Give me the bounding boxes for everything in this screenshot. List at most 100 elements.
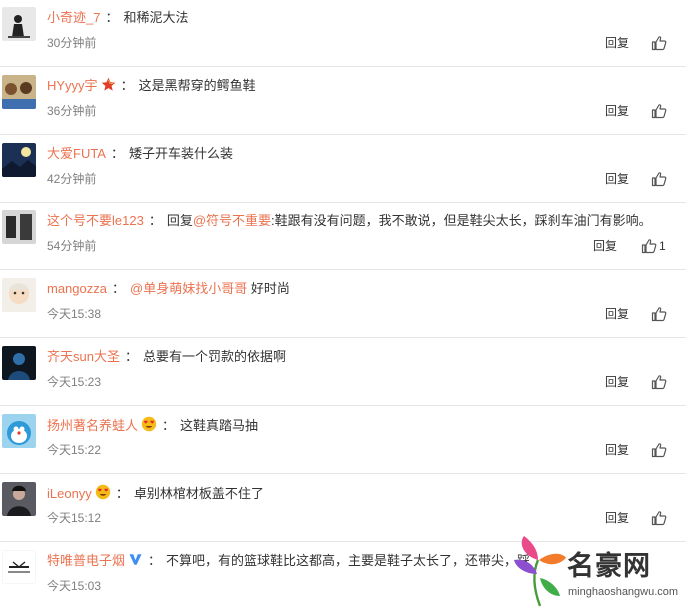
username-link[interactable]: 这个号不要le123	[47, 213, 144, 228]
like-button[interactable]	[651, 306, 671, 322]
watermark-url: minghaoshangwu.com	[568, 586, 679, 598]
emoji-heart-eyes-icon	[95, 484, 111, 500]
comment-line: 小奇迹_7 ： 和稀泥大法	[47, 9, 686, 27]
emoji-heart-eyes-icon	[141, 416, 157, 432]
timestamp: 30分钟前	[47, 36, 97, 50]
reply-button[interactable]: 回复	[593, 238, 617, 254]
divider	[0, 66, 686, 67]
avatar[interactable]	[2, 550, 36, 584]
comment-item: HYyyy宇 ： 这是黑帮穿的鳄鱼鞋 36分钟前 回复	[0, 68, 690, 135]
thumbs-up-icon	[641, 239, 657, 254]
colon-separator: ：	[162, 418, 176, 433]
comment-line: 大爱FUTA ： 矮子开车装什么装	[47, 145, 686, 163]
like-button[interactable]	[651, 442, 671, 458]
thumbs-up-icon	[651, 172, 667, 187]
reply-prefix: 回复	[166, 213, 193, 228]
like-button[interactable]: 1	[641, 238, 671, 254]
comment-item: 齐天sun大圣 ： 总要有一个罚款的依据啊 今天15:23 回复	[0, 339, 690, 406]
watermark-title: 名豪网	[567, 551, 651, 582]
colon-separator: ：	[148, 553, 162, 568]
username-link[interactable]: mangozza	[47, 281, 107, 296]
comment-text: 总要有一个罚款的依据啊	[142, 349, 286, 364]
avatar[interactable]	[2, 7, 36, 41]
divider	[0, 269, 686, 270]
divider	[0, 337, 686, 338]
reply-button[interactable]: 回复	[605, 306, 629, 322]
username-link[interactable]: 扬州著名养蛙人	[47, 418, 138, 433]
username-link[interactable]: 特唯普电子烟	[47, 553, 125, 568]
colon-separator: ：	[110, 146, 124, 161]
mention-link[interactable]: @符号不重要	[193, 213, 271, 228]
like-button[interactable]	[651, 510, 671, 526]
colon-separator: ：	[120, 78, 134, 93]
username-link[interactable]: 大爱FUTA	[47, 146, 106, 161]
timestamp: 今天15:23	[47, 375, 102, 389]
colon-separator: ：	[105, 10, 119, 25]
reply-button[interactable]: 回复	[605, 35, 629, 51]
like-count: 1	[659, 239, 666, 253]
username-link[interactable]: HYyyy宇	[47, 78, 98, 93]
comment-text: 这鞋真踏马抽	[180, 418, 259, 433]
comment-line: 这个号不要le123 ： 回复@符号不重要:鞋跟有没有问题，我不敢说，但是鞋尖太长，…	[47, 212, 686, 230]
timestamp: 54分钟前	[47, 239, 97, 253]
comment-text: 好时尚	[247, 281, 290, 296]
colon-separator: ：	[124, 349, 138, 364]
timestamp: 今天15:22	[47, 443, 102, 457]
colon-separator: ：	[111, 281, 125, 296]
timestamp: 36分钟前	[47, 104, 97, 118]
comment-item: 小奇迹_7 ： 和稀泥大法 30分钟前 回复	[0, 0, 690, 67]
like-button[interactable]	[651, 103, 671, 119]
thumbs-up-icon	[651, 104, 667, 119]
verified-v-icon	[129, 554, 142, 565]
thumbs-up-icon	[651, 511, 667, 526]
avatar[interactable]	[2, 143, 36, 177]
divider	[0, 473, 686, 474]
colon-separator: ：	[148, 213, 162, 228]
reply-button[interactable]: 回复	[605, 171, 629, 187]
like-button[interactable]	[651, 374, 671, 390]
timestamp: 今天15:38	[47, 307, 102, 321]
timestamp: 今天15:12	[47, 511, 102, 525]
reply-button[interactable]: 回复	[605, 374, 629, 390]
divider	[0, 134, 686, 135]
avatar[interactable]	[2, 346, 36, 380]
colon-separator: ：	[115, 486, 129, 501]
username-link[interactable]: 小奇迹_7	[47, 10, 100, 25]
thumbs-up-icon	[651, 307, 667, 322]
thumbs-up-icon	[651, 443, 667, 458]
avatar[interactable]	[2, 210, 36, 244]
comment-line: iLeonyy ： 卓别林棺材板盖不住了	[47, 484, 686, 503]
avatar[interactable]	[2, 414, 36, 448]
comment-item: 这个号不要le123：回复@符号不重要:鞋跟有没有问题，我不敢说，但是鞋尖太长，…	[0, 203, 690, 270]
username-link[interactable]: iLeonyy	[47, 486, 92, 501]
divider	[0, 405, 686, 406]
watermark: 名豪网 minghaoshangwu.com	[510, 530, 690, 611]
avatar[interactable]	[2, 482, 36, 516]
comment-text: 卓别林棺材板盖不住了	[133, 486, 264, 501]
like-button[interactable]	[651, 35, 671, 51]
watermark-logo-icon	[514, 536, 566, 607]
reply-button[interactable]: 回复	[605, 442, 629, 458]
comment-line: 扬州著名养蛙人 ： 这鞋真踏马抽	[47, 416, 686, 435]
comment-text: 矮子开车装什么装	[129, 146, 234, 161]
comment-item: 大爱FUTA ： 矮子开车装什么装 42分钟前 回复	[0, 136, 690, 203]
timestamp: 42分钟前	[47, 172, 97, 186]
thumbs-up-icon	[651, 36, 667, 51]
avatar[interactable]	[2, 75, 36, 109]
like-button[interactable]	[651, 171, 671, 187]
comment-text: 这是黑帮穿的鳄鱼鞋	[138, 78, 256, 93]
comment-text: 不算吧，有的篮球鞋比这都高，主要是鞋子太长了，还带尖，踩	[166, 553, 531, 568]
comment-line: HYyyy宇 ： 这是黑帮穿的鳄鱼鞋	[47, 77, 686, 95]
comment-text: 和稀泥大法	[123, 10, 189, 25]
reply-button[interactable]: 回复	[605, 510, 629, 526]
reply-button[interactable]: 回复	[605, 103, 629, 119]
comment-line: mangozza ： @单身萌妹找小哥哥 好时尚	[47, 280, 686, 298]
mention-link[interactable]: @单身萌妹找小哥哥	[130, 281, 247, 296]
thumbs-up-icon	[651, 375, 667, 390]
comment-item: 扬州著名养蛙人 ： 这鞋真踏马抽 今天15:22 回复	[0, 407, 690, 474]
username-link[interactable]: 齐天sun大圣	[47, 349, 120, 364]
avatar[interactable]	[2, 278, 36, 312]
star-icon	[101, 77, 115, 91]
comment-text: :鞋跟有没有问题，我不敢说，但是鞋尖太长，踩刹车油门有影响。	[271, 213, 652, 228]
comment-line: 齐天sun大圣 ： 总要有一个罚款的依据啊	[47, 348, 686, 366]
